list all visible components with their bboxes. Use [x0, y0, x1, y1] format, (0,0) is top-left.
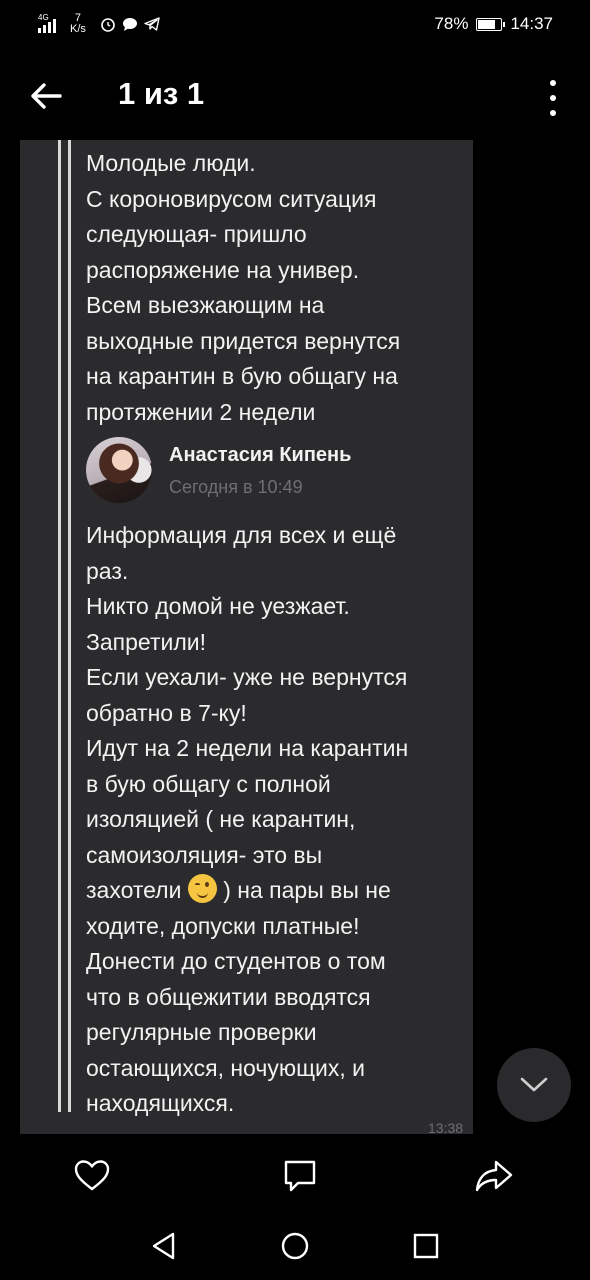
network-label: 4G: [38, 13, 49, 22]
notification-icons: [100, 16, 160, 32]
signal-icon: 4G: [38, 13, 56, 33]
comment-icon: [284, 1160, 316, 1192]
more-vertical-icon: [550, 80, 556, 86]
forwarded-message-text: Информация для всех и ещё раз. Никто дом…: [86, 518, 486, 1122]
message-time: 13:38: [428, 1120, 464, 1134]
message-bubble: Молодые люди. С короновирусом ситуация с…: [20, 140, 473, 1134]
system-nav-bar: [0, 1210, 590, 1280]
nav-home-button[interactable]: [279, 1230, 311, 1262]
status-left: 4G 7 K/s: [38, 13, 160, 35]
scroll-down-button[interactable]: [497, 1048, 571, 1122]
heart-icon: [74, 1160, 110, 1191]
author-name[interactable]: Анастасия Кипень: [169, 444, 351, 467]
telegram-icon: [144, 17, 160, 31]
author-time: Сегодня в 10:49: [169, 477, 303, 497]
nav-back-button[interactable]: [149, 1230, 181, 1262]
arrow-left-icon: [31, 83, 62, 109]
more-options-button[interactable]: [546, 80, 560, 116]
screenshot-viewer[interactable]: Молодые люди. С короновирусом ситуация с…: [0, 140, 590, 1134]
message-text-part1: Информация для всех и ещё раз. Никто дом…: [86, 522, 409, 903]
like-button[interactable]: [72, 1156, 112, 1196]
chevron-down-icon: [520, 1077, 548, 1092]
triangle-back-icon: [152, 1232, 175, 1260]
quoted-message-text: Молодые люди. С короновирусом ситуация с…: [86, 150, 401, 425]
alarm-icon: [101, 18, 115, 32]
forwarded-quote-lines: [58, 140, 72, 1112]
share-button[interactable]: [474, 1156, 514, 1196]
viewer-toolbar: 1 из 1: [0, 50, 590, 140]
comment-button[interactable]: [280, 1156, 320, 1196]
circle-home-icon: [281, 1232, 309, 1260]
page-counter-title: 1 из 1: [118, 76, 205, 111]
back-button[interactable]: [26, 76, 66, 116]
share-icon: [475, 1160, 513, 1192]
nav-recent-button[interactable]: [410, 1230, 442, 1262]
post-actions-bar: [0, 1134, 590, 1210]
battery-percent: 78%: [434, 14, 469, 33]
battery-icon: [476, 17, 506, 31]
status-bar: 4G 7 K/s 78% 14:37: [0, 0, 590, 50]
winking-face-emoji: [187, 874, 217, 903]
status-right: 78% 14:37: [434, 14, 553, 34]
clock: 14:37: [510, 14, 553, 33]
square-recent-icon: [413, 1233, 439, 1259]
forwarded-author[interactable]: Анастасия Кипень Сегодня в 10:49: [86, 437, 486, 503]
speed-unit: K/s: [70, 23, 86, 35]
avatar[interactable]: [86, 437, 152, 503]
message-text-part2: ) на пары вы не ходите, допуски платные!…: [86, 877, 391, 1116]
chat-bubble-icon: [122, 18, 137, 31]
network-speed: 7 K/s: [70, 13, 86, 35]
